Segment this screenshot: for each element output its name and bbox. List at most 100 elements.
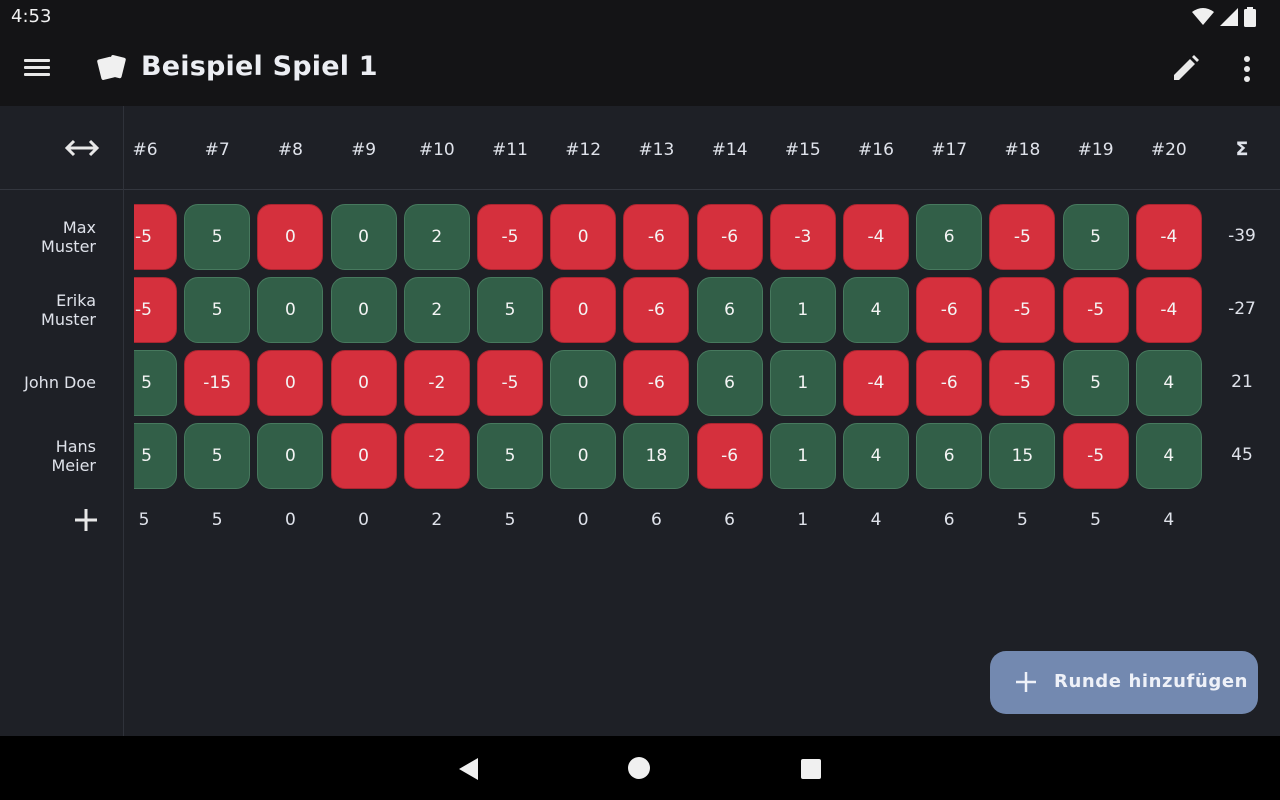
score-cell[interactable]: 0 (330, 350, 397, 416)
round-header[interactable]: #10 (404, 140, 470, 160)
score-cell[interactable]: 5 (184, 277, 251, 343)
score-cell[interactable]: -5 (134, 204, 177, 270)
score-cell[interactable]: -2 (403, 350, 470, 416)
cards-icon (97, 55, 126, 80)
score-cell[interactable]: 5 (477, 423, 543, 489)
score-cell[interactable]: 4 (1135, 350, 1202, 416)
round-header[interactable]: #9 (331, 140, 397, 160)
round-header[interactable]: #13 (623, 140, 689, 160)
score-cell[interactable]: 0 (550, 204, 617, 270)
score-cell[interactable]: 4 (843, 423, 909, 489)
score-cell[interactable]: 0 (257, 423, 324, 489)
score-cell[interactable]: -5 (1062, 423, 1129, 489)
score-cell[interactable]: -6 (623, 350, 690, 416)
round-header[interactable]: #15 (770, 140, 836, 160)
score-cell[interactable]: 6 (916, 204, 983, 270)
score-cell[interactable]: 6 (696, 277, 763, 343)
score-cell[interactable]: -5 (134, 277, 177, 343)
menu-icon[interactable] (22, 55, 52, 83)
score-cell[interactable]: -6 (623, 277, 690, 343)
score-cell[interactable]: 5 (184, 423, 251, 489)
score-cell[interactable]: -4 (843, 350, 909, 416)
score-cell[interactable]: 5 (1062, 350, 1129, 416)
score-cell[interactable]: 5 (134, 350, 177, 416)
score-cell[interactable]: -5 (477, 350, 543, 416)
score-cell[interactable]: -6 (916, 350, 983, 416)
score-cell[interactable]: 0 (550, 423, 617, 489)
round-value: 6 (943, 510, 955, 530)
score-cell[interactable]: 0 (550, 350, 617, 416)
score-cell[interactable]: 4 (1135, 423, 1202, 489)
score-cell[interactable]: -4 (1135, 204, 1202, 270)
recents-icon[interactable] (799, 757, 823, 781)
score-cell[interactable]: -5 (989, 350, 1056, 416)
score-cell[interactable]: 5 (477, 277, 543, 343)
score-cell[interactable]: -5 (989, 204, 1056, 270)
score-cell[interactable]: 0 (330, 423, 397, 489)
score-cell[interactable]: -2 (403, 423, 470, 489)
player-name[interactable]: Erika Muster (8, 291, 96, 329)
score-cell[interactable]: 2 (403, 204, 470, 270)
round-header[interactable]: #11 (477, 140, 543, 160)
add-round-button[interactable]: Runde hinzufügen (990, 651, 1258, 714)
score-cell[interactable]: -6 (623, 204, 690, 270)
round-header[interactable]: #19 (1063, 140, 1129, 160)
round-value: 4 (1163, 510, 1175, 530)
home-icon[interactable] (627, 756, 651, 780)
round-value: 5 (504, 510, 516, 530)
round-header[interactable]: #6 (112, 140, 178, 160)
score-cell[interactable]: 5 (1062, 204, 1129, 270)
round-header[interactable]: #7 (184, 140, 250, 160)
score-cell[interactable]: -6 (696, 423, 763, 489)
score-cell[interactable]: 0 (330, 204, 397, 270)
score-cell[interactable]: 0 (257, 350, 324, 416)
round-header[interactable]: #8 (257, 140, 323, 160)
more-vert-icon[interactable] (1232, 52, 1262, 86)
edit-icon[interactable] (1168, 52, 1202, 86)
score-cell[interactable]: -15 (184, 350, 251, 416)
round-header[interactable]: #18 (989, 140, 1055, 160)
score-cell[interactable]: 0 (550, 277, 617, 343)
score-cell[interactable]: -5 (477, 204, 543, 270)
round-header[interactable]: #16 (843, 140, 909, 160)
round-header[interactable]: #14 (697, 140, 763, 160)
score-cell[interactable]: 6 (696, 350, 763, 416)
score-cell[interactable]: 0 (257, 204, 324, 270)
score-cell[interactable]: -4 (843, 204, 909, 270)
player-name[interactable]: John Doe (8, 373, 96, 392)
round-value: 0 (577, 510, 589, 530)
score-cell[interactable]: 6 (916, 423, 983, 489)
score-cell[interactable]: -3 (769, 204, 836, 270)
round-header[interactable]: #12 (550, 140, 616, 160)
score-cell[interactable]: 2 (403, 277, 470, 343)
add-player-button[interactable] (72, 506, 100, 534)
score-cell[interactable]: 4 (843, 277, 909, 343)
score-cell[interactable]: -4 (1135, 277, 1202, 343)
score-cell[interactable]: 18 (623, 423, 690, 489)
round-value: 6 (724, 510, 735, 530)
score-cell[interactable]: 1 (769, 423, 836, 489)
player-name[interactable]: Max Muster (8, 218, 96, 256)
round-header[interactable]: #17 (916, 140, 982, 160)
score-cell[interactable]: -6 (916, 277, 983, 343)
score-cell[interactable]: 0 (330, 277, 397, 343)
player-name[interactable]: Hans Meier (8, 437, 96, 475)
swap-horizontal-icon[interactable] (62, 134, 102, 162)
score-cell[interactable]: 0 (257, 277, 324, 343)
score-cell[interactable]: 5 (184, 204, 251, 270)
score-cell[interactable]: -5 (1062, 277, 1129, 343)
round-value: 5 (1016, 510, 1028, 530)
score-cell[interactable]: 5 (134, 423, 177, 489)
score-cell[interactable]: 15 (989, 423, 1056, 489)
score-cell[interactable]: 1 (769, 277, 836, 343)
back-icon[interactable] (456, 756, 482, 782)
round-value: 6 (650, 510, 662, 530)
score-grid[interactable]: -5 5 0 0 2 -5 0 -6 -6 -3 -4 6 -5 5 -4 -5 5 0 0 2 5 0 -6 6 1 4 -6 -5… (134, 202, 1208, 502)
score-cell[interactable]: -6 (696, 204, 763, 270)
battery-icon (1244, 7, 1256, 27)
score-cell[interactable]: 1 (769, 350, 836, 416)
column-divider (123, 106, 124, 736)
plus-icon (1016, 672, 1036, 692)
score-cell[interactable]: -5 (989, 277, 1056, 343)
round-header[interactable]: #20 (1136, 140, 1202, 160)
